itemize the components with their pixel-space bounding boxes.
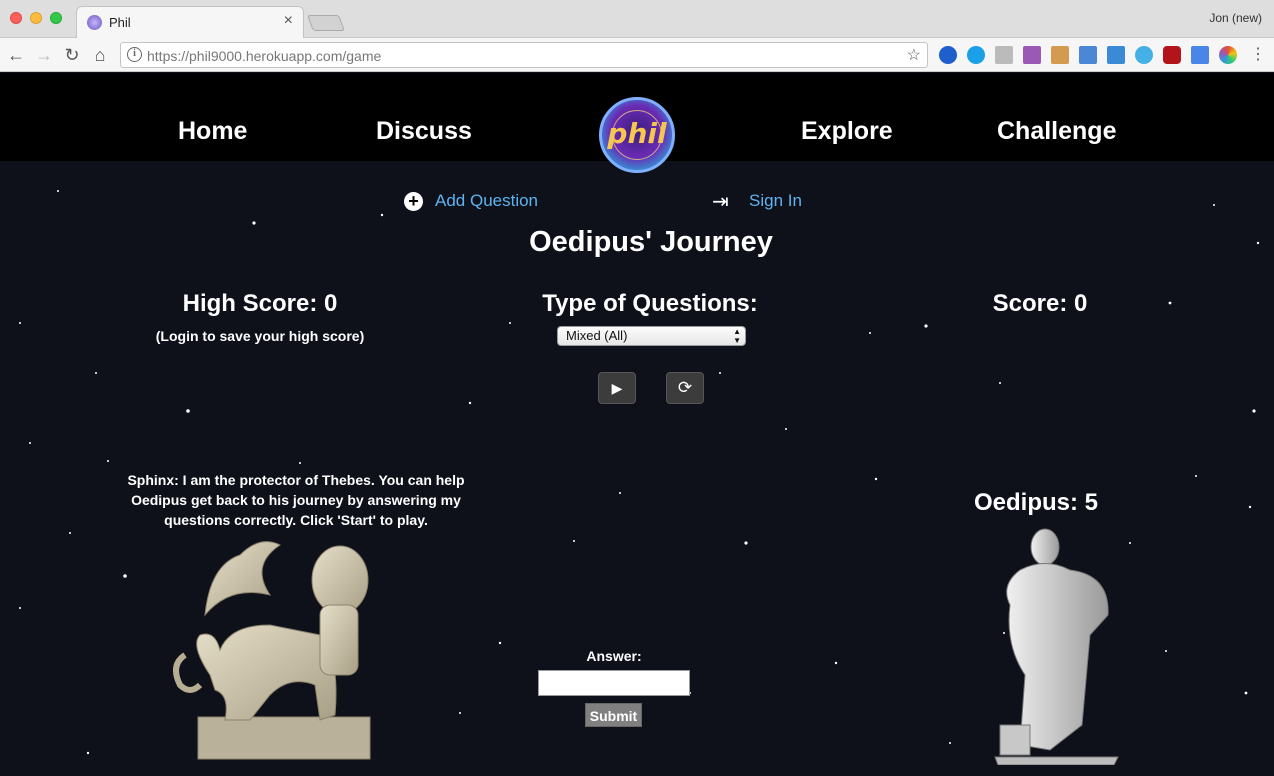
reload-icon[interactable]: ↻	[60, 43, 84, 67]
phil-logo[interactable]: phil	[599, 97, 675, 173]
favicon-icon	[87, 15, 102, 30]
reset-button[interactable]: ⟳	[666, 372, 704, 404]
profile-name[interactable]: Jon (new)	[1209, 11, 1262, 25]
tab-close-icon[interactable]: ×	[284, 12, 293, 30]
sign-in-link[interactable]: Sign In	[749, 191, 802, 211]
nav-home-link[interactable]: Home	[178, 117, 247, 146]
extension-p-icon[interactable]	[967, 46, 985, 64]
bookmark-star-icon[interactable]: ☆	[907, 45, 921, 65]
back-icon[interactable]: ←	[4, 43, 28, 67]
browser-menu-icon[interactable]: ⋮	[1246, 43, 1270, 67]
select-arrows-icon: ▲ ▼	[733, 327, 741, 345]
reset-icon: ⟳	[677, 378, 693, 397]
browser-tab-bar: Phil × Jon (new)	[0, 0, 1274, 38]
extension-d-icon[interactable]	[939, 46, 957, 64]
sphinx-statue-image	[173, 541, 371, 760]
extension-v-icon[interactable]	[1135, 46, 1153, 64]
answer-label: Answer:	[586, 648, 642, 664]
question-type-select[interactable]: Mixed (All) ▲ ▼	[557, 326, 746, 346]
score: Score: 0	[992, 290, 1088, 317]
url-host: https://phil9000.herokuapp.com	[147, 48, 343, 64]
add-question-link[interactable]: Add Question	[435, 191, 538, 211]
extension-translate-icon[interactable]	[1191, 46, 1209, 64]
minimize-window-button[interactable]	[30, 12, 42, 24]
url-path: /game	[342, 48, 382, 64]
url-text: https://phil9000.herokuapp.com/game	[147, 48, 381, 64]
submit-button[interactable]: Submit	[585, 703, 642, 727]
question-type-selected: Mixed (All)	[566, 328, 628, 343]
info-icon[interactable]: i	[127, 47, 142, 62]
address-bar[interactable]: i https://phil9000.herokuapp.com/game ☆	[120, 42, 928, 68]
extension-w-icon[interactable]	[995, 46, 1013, 64]
sign-in-icon[interactable]: ⇥	[712, 189, 729, 214]
forward-icon[interactable]: →	[32, 43, 56, 67]
extension-frame-icon[interactable]	[1079, 46, 1097, 64]
game-title: Oedipus' Journey	[529, 226, 773, 258]
close-window-button[interactable]	[10, 12, 22, 24]
high-score: High Score: 0	[182, 290, 338, 317]
extension-color-wheel-icon[interactable]	[1219, 46, 1237, 64]
play-icon: ▶	[611, 380, 623, 396]
game-page: Home Discuss phil Explore Challenge + Ad…	[0, 73, 1274, 776]
nav-explore-link[interactable]: Explore	[801, 117, 893, 146]
answer-input[interactable]	[538, 670, 690, 696]
browser-tab[interactable]: Phil ×	[76, 6, 304, 38]
browser-toolbar: ← → ↻ ⌂ i https://phil9000.herokuapp.com…	[0, 38, 1274, 72]
login-note: (Login to save your high score)	[155, 328, 365, 344]
extension-ruler-icon[interactable]	[1051, 46, 1069, 64]
add-circle-icon[interactable]: +	[404, 192, 423, 211]
extension-arrows-icon[interactable]	[1107, 46, 1125, 64]
oedipus-statue-image	[994, 528, 1119, 765]
logo-text: phil	[607, 117, 667, 150]
new-tab-button[interactable]	[307, 15, 345, 31]
play-button[interactable]: ▶	[598, 372, 636, 404]
question-type-label: Type of Questions:	[542, 290, 758, 317]
nav-discuss-link[interactable]: Discuss	[376, 117, 472, 146]
sphinx-message: Sphinx: I am the protector of Thebes. Yo…	[127, 472, 465, 528]
extension-picker-icon[interactable]	[1023, 46, 1041, 64]
nav-challenge-link[interactable]: Challenge	[997, 117, 1116, 146]
home-icon[interactable]: ⌂	[88, 43, 112, 67]
site-header: Home Discuss phil Explore Challenge	[0, 73, 1274, 173]
tab-title: Phil	[109, 15, 131, 30]
oedipus-lives: Oedipus: 5	[973, 489, 1099, 516]
extension-ublock-icon[interactable]	[1163, 46, 1181, 64]
maximize-window-button[interactable]	[50, 12, 62, 24]
